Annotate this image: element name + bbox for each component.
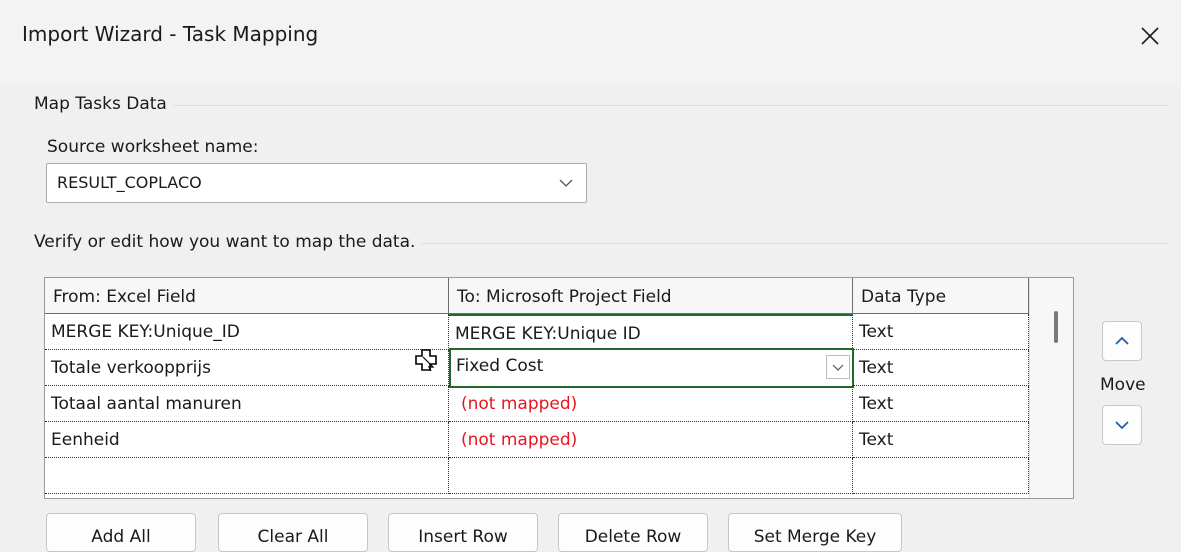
table-row-from-cell[interactable]: MERGE KEY:Unique_ID <box>45 314 449 350</box>
column-header-from[interactable]: From: Excel Field <box>45 278 449 314</box>
column-header-to[interactable]: To: Microsoft Project Field <box>449 278 853 314</box>
field-mapping-select[interactable]: Fixed Cost <box>449 348 854 388</box>
window-title: Import Wizard - Task Mapping <box>22 22 319 46</box>
source-worksheet-select[interactable]: RESULT_COPLACO <box>46 163 587 203</box>
source-worksheet-value: RESULT_COPLACO <box>57 173 202 192</box>
insert-row-button[interactable]: Insert Row <box>388 513 538 552</box>
chevron-up-icon <box>1115 336 1129 345</box>
set-merge-key-button[interactable]: Set Merge Key <box>728 513 902 552</box>
table-row-to-cell[interactable] <box>449 458 853 494</box>
source-worksheet-label: Source worksheet name: <box>47 137 259 157</box>
table-row-from-cell[interactable]: Totaal aantal manuren <box>45 386 449 422</box>
map-group-label: Map Tasks Data <box>34 94 173 114</box>
table-row-from-cell[interactable]: Totale verkoopprijs <box>45 350 449 386</box>
group-divider <box>36 105 1168 106</box>
move-label: Move <box>1100 375 1146 395</box>
chevron-down-icon <box>558 174 574 194</box>
close-icon <box>1141 27 1159 45</box>
table-row-from-cell[interactable] <box>45 458 449 494</box>
mapping-table[interactable]: From: Excel Field To: Microsoft Project … <box>44 277 1074 499</box>
table-row-from-cell[interactable]: Eenheid <box>45 422 449 458</box>
delete-row-button[interactable]: Delete Row <box>558 513 708 552</box>
table-row-type-cell[interactable] <box>853 458 1029 494</box>
column-header-type[interactable]: Data Type <box>853 278 1029 314</box>
clear-all-button[interactable]: Clear All <box>218 513 368 552</box>
table-row-to-cell[interactable]: (not mapped) <box>449 386 853 422</box>
field-mapping-value: Fixed Cost <box>456 356 544 376</box>
table-row-to-cell[interactable]: MERGE KEY:Unique ID <box>449 314 853 350</box>
table-row-type-cell[interactable]: Text <box>853 350 1029 386</box>
close-button[interactable] <box>1128 14 1172 58</box>
table-row-type-cell[interactable]: Text <box>853 422 1029 458</box>
move-up-button[interactable] <box>1102 321 1142 361</box>
move-cursor-icon <box>414 348 438 376</box>
scrollbar-thumb[interactable] <box>1054 311 1058 343</box>
add-all-button[interactable]: Add All <box>46 513 196 552</box>
title-bar: Import Wizard - Task Mapping <box>0 0 1181 82</box>
vertical-scrollbar[interactable] <box>1029 278 1073 498</box>
move-down-button[interactable] <box>1102 405 1142 445</box>
verify-group-label: Verify or edit how you want to map the d… <box>34 232 422 252</box>
chevron-down-icon <box>1115 421 1129 430</box>
table-row-type-cell[interactable]: Text <box>853 314 1029 350</box>
field-mapping-dropdown-button[interactable] <box>826 355 850 379</box>
table-row-type-cell[interactable]: Text <box>853 386 1029 422</box>
table-row-to-cell[interactable]: (not mapped) <box>449 422 853 458</box>
chevron-down-icon <box>832 364 844 371</box>
